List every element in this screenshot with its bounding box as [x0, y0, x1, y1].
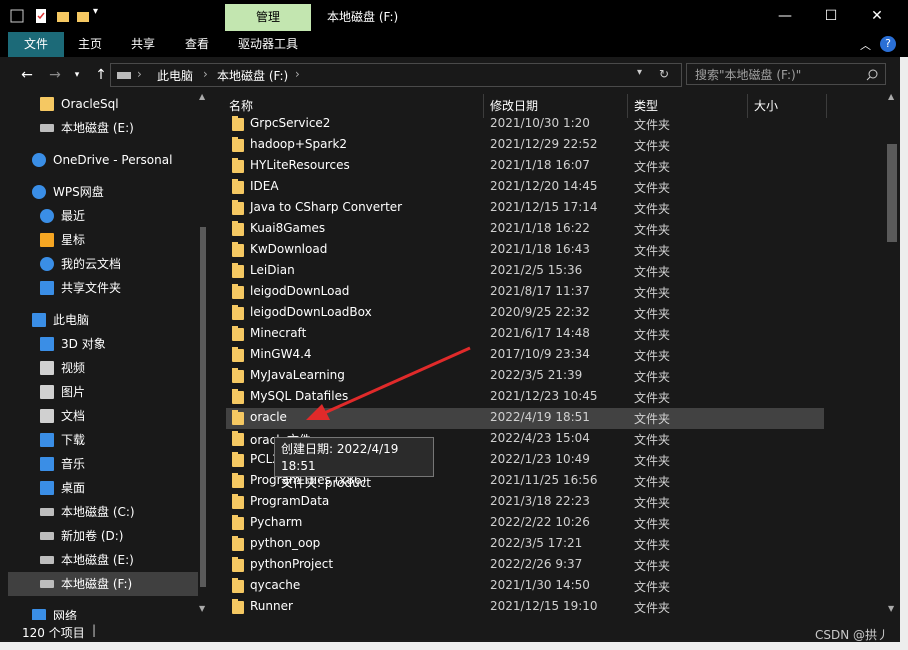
scroll-up-icon[interactable]: ▲: [888, 92, 894, 101]
desktop-background: [0, 642, 908, 650]
desktop-background: [900, 57, 908, 642]
status-divider: |: [92, 623, 97, 637]
tooltip-folder-contents: 文件夹: product: [281, 476, 372, 490]
tooltip-created-date: 创建日期: 2022/4/19 18:51: [281, 442, 399, 473]
status-bar: 120 个项目 |: [0, 620, 908, 642]
item-count: 120 个项目: [22, 626, 85, 640]
annotation-arrow-icon: [306, 346, 471, 420]
folder-tooltip: 创建日期: 2022/4/19 18:51 文件夹: product: [274, 437, 434, 490]
scroll-down-icon[interactable]: ▼: [888, 604, 894, 613]
file-list-scrollbar-thumb[interactable]: [887, 144, 897, 242]
file-list-scrollbar[interactable]: ▲ ▼: [884, 92, 900, 620]
watermark: CSDN @拱丿: [815, 628, 890, 642]
